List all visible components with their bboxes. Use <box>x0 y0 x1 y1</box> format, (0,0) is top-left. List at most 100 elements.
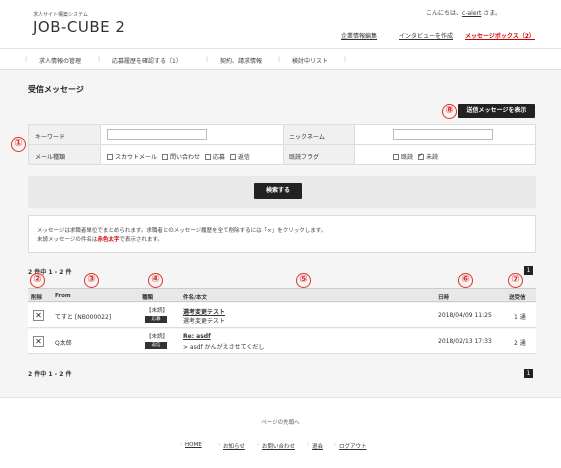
nav-separator: | <box>344 56 347 63</box>
site-footer <box>0 397 561 468</box>
notice-line-2-suffix: で表示されます。 <box>119 237 163 243</box>
mail-type-reply[interactable]: 返信 <box>229 153 250 161</box>
annotation-marker-6: ⑥ <box>458 273 473 288</box>
nav-separator: | <box>25 56 28 63</box>
page-number-bottom[interactable]: 1 <box>524 369 533 378</box>
annotation-marker-1: ① <box>11 137 26 152</box>
mail-type-inquiry[interactable]: 問い合わせ <box>161 153 200 161</box>
nav-separator: | <box>206 56 209 63</box>
annotation-marker-5: ⑤ <box>296 273 311 288</box>
form-row-divider <box>29 144 535 145</box>
footer-link-arrow: › <box>257 442 260 448</box>
delete-button[interactable]: ✕ <box>33 310 44 321</box>
mail-type-scout[interactable]: スカウトメール <box>107 153 157 161</box>
col-delete: 削除 <box>31 295 43 301</box>
pagination-summary-bottom: 2 件中 1 - 2 件 <box>28 371 72 378</box>
row-subject-link[interactable]: 選考変更テスト <box>183 307 225 316</box>
col-date: 日時 <box>438 295 450 301</box>
row-count: 1 通 <box>514 314 526 321</box>
checkbox-checked[interactable] <box>417 152 424 160</box>
col-from: From <box>55 293 71 299</box>
nav-item-jobs[interactable]: 求人情報の管理 <box>39 56 81 65</box>
row-date: 2018/04/09 11:25 <box>438 312 492 319</box>
annotation-marker-8: ⑧ <box>442 104 457 119</box>
search-band: 検索する <box>28 176 536 208</box>
create-interview-link[interactable]: インタビューを作成 <box>399 31 453 40</box>
search-form: キーワード ニックネーム メール種類 スカウトメール 問い合わせ 応募 返信 既… <box>28 124 536 165</box>
row-type-badge: 返信 <box>145 342 167 349</box>
nickname-input[interactable] <box>393 129 493 140</box>
company-edit-link[interactable]: 企業情報編集 <box>341 31 377 40</box>
main-nav: | 求人情報の管理 | 応募履歴を確認する（1） | 契約、請求情報 | 検討中… <box>0 48 561 70</box>
site-header: 求人サイト構築システム JOB-CUBE 2 こんにちは、c-alert さま。… <box>0 0 561 48</box>
delete-button[interactable]: ✕ <box>33 336 44 347</box>
read-flag-unread[interactable]: 未読 <box>417 152 438 161</box>
show-sent-messages-button[interactable]: 送信メッセージを表示 <box>458 104 535 118</box>
checkbox[interactable] <box>204 153 211 160</box>
greeting-prefix: こんにちは、 <box>426 10 463 17</box>
search-button[interactable]: 検索する <box>254 183 302 199</box>
nav-separator: | <box>98 56 101 63</box>
mail-type-options: スカウトメール 問い合わせ 応募 返信 <box>107 152 250 161</box>
row-subject-link[interactable]: Re: asdf <box>183 333 211 340</box>
nav-separator: | <box>278 56 281 63</box>
nav-item-applications[interactable]: 応募履歴を確認する（1） <box>112 56 182 65</box>
keyword-label: キーワード <box>35 134 66 141</box>
row-count: 2 通 <box>514 340 526 347</box>
mail-type-label: メール種類 <box>35 154 66 161</box>
table-row: ✕ Q太郎 【未読】 返信 Re: asdf > asdf かんがえさせてくだし… <box>28 329 536 354</box>
message-box-link[interactable]: メッセージボックス（2） <box>465 31 535 40</box>
greeting-suffix: さま。 <box>481 10 502 17</box>
notice-line-2-highlight: 赤色太字 <box>97 237 120 243</box>
row-body: > asdf かんがえさせてくだし <box>183 344 265 351</box>
checkbox[interactable] <box>393 153 399 160</box>
annotation-marker-2: ② <box>30 273 45 288</box>
annotation-marker-3: ③ <box>84 273 99 288</box>
footer-link-arrow: › <box>180 442 183 448</box>
notice-line-2: 未読メッセージの件名は赤色太字で表示されます。 <box>37 235 163 243</box>
col-type: 種類 <box>142 295 154 301</box>
row-date: 2018/02/13 17:33 <box>438 338 492 345</box>
row-status: 【未読】 <box>146 334 169 340</box>
nav-item-contracts[interactable]: 契約、請求情報 <box>220 56 262 65</box>
site-subtitle: 求人サイト構築システム <box>33 12 88 18</box>
footer-link-news[interactable]: お知らせ <box>223 442 245 450</box>
footer-link-logout[interactable]: ログアウト <box>339 442 367 450</box>
page-number-top[interactable]: 1 <box>524 266 533 275</box>
footer-link-arrow: › <box>307 442 310 448</box>
messages-table-header: 削除 From 種類 件名/本文 日時 送受信 <box>28 288 536 302</box>
greeting: こんにちは、c-alert さま。 <box>426 8 501 17</box>
row-body: 選考変更テスト <box>183 318 226 325</box>
footer-link-home[interactable]: HOME <box>185 442 202 448</box>
footer-link-arrow: › <box>218 442 221 448</box>
read-flag-label: 既読フラグ <box>289 154 320 161</box>
page-top-link[interactable]: ページの先頭へ <box>0 418 561 426</box>
row-type-badge: 応募 <box>145 316 167 323</box>
checkbox[interactable] <box>161 153 168 160</box>
annotation-marker-4: ④ <box>148 273 163 288</box>
keyword-input[interactable] <box>107 129 207 140</box>
annotation-marker-7: ⑦ <box>508 273 523 288</box>
col-count: 送受信 <box>509 295 526 301</box>
footer-link-arrow: › <box>334 442 337 448</box>
nav-item-watchlist[interactable]: 検討中リスト <box>292 56 328 65</box>
read-flag-read[interactable]: 既読 <box>393 153 413 161</box>
mail-type-application[interactable]: 応募 <box>204 153 225 161</box>
page-title: 受信メッセージ <box>28 85 84 94</box>
row-from: Q太郎 <box>55 340 72 347</box>
table-row: ✕ てすと [NB000022] 【未読】 応募 選考変更テスト 選考変更テスト… <box>28 303 536 328</box>
notice-line-2-prefix: 未読メッセージの件名は <box>37 237 98 243</box>
footer-link-withdraw[interactable]: 退会 <box>312 442 323 450</box>
notice-line-1: メッセージは求職者単位でまとめられます。求職者とのメッセージ履歴を全て削除するに… <box>37 228 327 234</box>
greeting-user-link[interactable]: c-alert <box>462 10 481 17</box>
footer-link-contact[interactable]: お問い合わせ <box>262 442 295 450</box>
nickname-label: ニックネーム <box>289 134 325 141</box>
checkbox[interactable] <box>107 153 113 160</box>
col-subject: 件名/本文 <box>183 295 208 301</box>
notice-box: メッセージは求職者単位でまとめられます。求職者とのメッセージ履歴を全て削除するに… <box>28 215 536 253</box>
site-logo[interactable]: JOB-CUBE 2 <box>33 18 125 36</box>
checkbox[interactable] <box>229 153 236 160</box>
row-from: てすと [NB000022] <box>55 314 112 321</box>
read-flag-options: 既読 未読 <box>393 152 438 161</box>
row-status: 【未読】 <box>146 308 169 314</box>
